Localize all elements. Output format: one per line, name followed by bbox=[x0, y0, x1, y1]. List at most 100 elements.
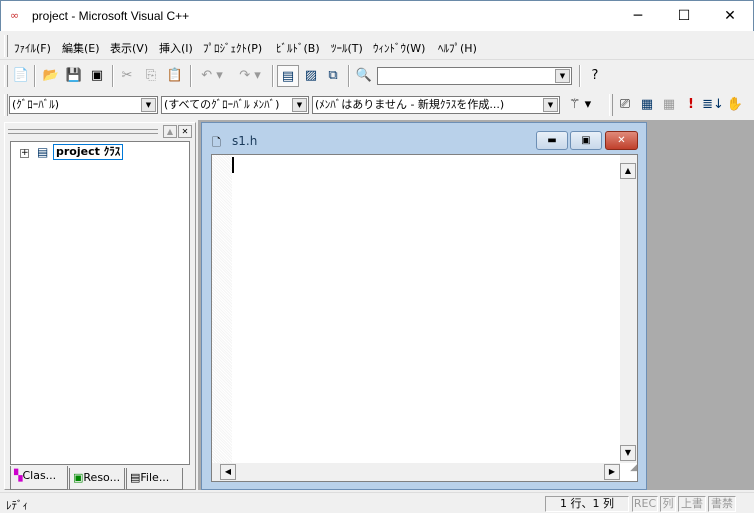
chevron-down-icon[interactable]: ▼ bbox=[543, 98, 558, 112]
build-icon[interactable]: ▦ bbox=[636, 94, 658, 116]
scope-combo[interactable]: (ｸﾞﾛｰﾊﾞﾙ) ▼ bbox=[9, 96, 158, 114]
child-restore-button[interactable]: ▣ bbox=[570, 131, 602, 150]
go-icon[interactable]: ≣↓ bbox=[702, 94, 724, 116]
tab-resourceview[interactable]: ▣Reso... bbox=[69, 468, 125, 490]
build-toolbar: ⎚ ▦ ▦ ! ≣↓ ✋ bbox=[606, 92, 754, 120]
menu-build[interactable]: ﾋﾞﾙﾄﾞ(B) bbox=[276, 40, 320, 56]
title-bar: ∞ project - Microsoft Visual C++ ─ ☐ ✕ bbox=[0, 0, 754, 31]
separator bbox=[34, 65, 36, 87]
code-editor[interactable]: ▲ ▼ ◀ ▶ ◢ bbox=[211, 154, 638, 482]
resourceview-icon: ▣ bbox=[73, 471, 84, 484]
search-icon[interactable]: ? bbox=[584, 65, 606, 87]
action-combo[interactable]: (ﾒﾝﾊﾞはありません - 新規ｸﾗｽを作成...) ▼ bbox=[312, 96, 560, 114]
chevron-down-icon[interactable]: ▼ bbox=[555, 69, 570, 83]
wizard-wand-icon[interactable]: ⚚ ▾ bbox=[563, 94, 597, 116]
separator bbox=[112, 65, 114, 87]
toolbar-grip[interactable] bbox=[4, 65, 8, 87]
column-indicator: 列 bbox=[660, 496, 676, 512]
menu-insert[interactable]: 挿入(I) bbox=[159, 40, 193, 56]
chevron-down-icon[interactable]: ▼ bbox=[141, 98, 156, 112]
menu-project[interactable]: ﾌﾟﾛｼﾞｪｸﾄ(P) bbox=[203, 40, 262, 56]
separator bbox=[272, 65, 274, 87]
editor-window-title: s1.h bbox=[232, 134, 258, 148]
scroll-down-icon[interactable]: ▼ bbox=[620, 445, 636, 461]
breakpoint-hand-icon[interactable]: ✋ bbox=[724, 94, 746, 116]
toolbar-grip[interactable] bbox=[609, 94, 613, 116]
stop-build-icon[interactable]: ▦ bbox=[658, 94, 680, 116]
save-icon[interactable]: 💾 bbox=[63, 65, 85, 87]
minimize-button[interactable]: ─ bbox=[615, 1, 661, 31]
horizontal-scrollbar[interactable]: ◀ ▶ bbox=[212, 463, 620, 481]
class-icon: ▤ bbox=[37, 145, 49, 159]
execute-icon[interactable]: ! bbox=[680, 94, 702, 116]
maximize-button[interactable]: ☐ bbox=[661, 1, 707, 31]
readonly-indicator: 書禁 bbox=[708, 496, 736, 512]
scroll-right-icon[interactable]: ▶ bbox=[604, 464, 620, 480]
open-icon[interactable]: 📂 bbox=[40, 65, 62, 87]
close-button[interactable]: ✕ bbox=[707, 1, 753, 31]
undo-icon[interactable]: ↶ ▾ bbox=[194, 65, 230, 87]
separator bbox=[579, 65, 581, 87]
action-value: (ﾒﾝﾊﾞはありません - 新規ｸﾗｽを作成...) bbox=[315, 98, 505, 111]
class-tree: + ▤ project ｸﾗｽ bbox=[10, 141, 190, 465]
overwrite-indicator: 上書 bbox=[678, 496, 706, 512]
menu-edit[interactable]: 編集(E) bbox=[62, 40, 100, 56]
tab-fileview[interactable]: ▤File... bbox=[126, 468, 183, 490]
pane-grip[interactable] bbox=[8, 129, 158, 134]
size-grip-icon[interactable]: ◢ bbox=[620, 463, 637, 481]
find-in-files-icon[interactable]: 🔍 bbox=[353, 65, 375, 87]
toolbar-grip[interactable] bbox=[4, 94, 8, 116]
members-value: (すべてのｸﾞﾛｰﾊﾞﾙ ﾒﾝﾊﾞ) bbox=[164, 98, 280, 111]
tab-classview[interactable]: ▚Clas... bbox=[10, 466, 68, 490]
pane-close-icon[interactable]: ✕ bbox=[178, 125, 192, 138]
tree-root[interactable]: project ｸﾗｽ bbox=[53, 144, 124, 160]
cut-icon[interactable]: ✂ bbox=[116, 65, 138, 87]
new-file-icon[interactable]: 📄 bbox=[10, 65, 32, 87]
paste-icon[interactable]: 📋 bbox=[164, 65, 186, 87]
menu-help[interactable]: ﾍﾙﾌﾟ(H) bbox=[438, 40, 477, 56]
workspace-icon[interactable]: ▤ bbox=[277, 65, 299, 87]
app-icon: ∞ bbox=[10, 9, 20, 22]
menu-grip[interactable] bbox=[4, 35, 8, 57]
standard-toolbar: 📄 📂 💾 ▣ ✂ ⎘ 📋 ↶ ▾ ↷ ▾ ▤ ▨ ⧉ 🔍 ▼ ? bbox=[0, 62, 606, 90]
scope-value: (ｸﾞﾛｰﾊﾞﾙ) bbox=[12, 98, 60, 111]
find-combo[interactable]: ▼ bbox=[377, 67, 572, 85]
editor-window: 🗋 s1.h ▬ ▣ ✕ ▲ ▼ ◀ ▶ ◢ bbox=[201, 122, 647, 490]
tab-label: File... bbox=[140, 471, 170, 484]
menu-window[interactable]: ｳｨﾝﾄﾞｳ(W) bbox=[373, 40, 425, 56]
menu-bar: ﾌｧｲﾙ(F) 編集(E) 表示(V) 挿入(I) ﾌﾟﾛｼﾞｪｸﾄ(P) ﾋﾞ… bbox=[0, 32, 754, 60]
wizard-bar: (ｸﾞﾛｰﾊﾞﾙ) ▼ (すべてのｸﾞﾛｰﾊﾞﾙ ﾒﾝﾊﾞ) ▼ (ﾒﾝﾊﾞはありま… bbox=[0, 92, 604, 120]
members-combo[interactable]: (すべてのｸﾞﾛｰﾊﾞﾙ ﾒﾝﾊﾞ) ▼ bbox=[161, 96, 309, 114]
menu-file[interactable]: ﾌｧｲﾙ(F) bbox=[14, 40, 51, 56]
status-text: ﾚﾃﾞｨ bbox=[6, 499, 28, 512]
expand-icon[interactable]: + bbox=[20, 149, 29, 158]
window-list-icon[interactable]: ⧉ bbox=[322, 65, 344, 87]
menu-view[interactable]: 表示(V) bbox=[110, 40, 148, 56]
separator bbox=[190, 65, 192, 87]
pane-expand-icon[interactable]: ▲ bbox=[163, 125, 177, 138]
fileview-icon: ▤ bbox=[130, 471, 141, 484]
menu-tools[interactable]: ﾂｰﾙ(T) bbox=[331, 40, 363, 56]
selection-margin[interactable] bbox=[212, 155, 232, 463]
text-cursor bbox=[232, 157, 234, 173]
compile-icon[interactable]: ⎚ bbox=[614, 94, 636, 116]
tab-label: Clas... bbox=[22, 469, 57, 482]
status-bar: ﾚﾃﾞｨ 1 行、1 列 REC 列 上書 書禁 bbox=[0, 492, 754, 512]
scroll-left-icon[interactable]: ◀ bbox=[220, 464, 236, 480]
child-close-button[interactable]: ✕ bbox=[605, 131, 638, 150]
vertical-scrollbar[interactable]: ▲ ▼ bbox=[620, 155, 637, 463]
separator bbox=[348, 65, 350, 87]
child-minimize-button[interactable]: ▬ bbox=[536, 131, 568, 150]
cursor-position: 1 行、1 列 bbox=[545, 496, 629, 512]
redo-icon[interactable]: ↷ ▾ bbox=[232, 65, 268, 87]
chevron-down-icon[interactable]: ▼ bbox=[292, 98, 307, 112]
tab-label: Reso... bbox=[83, 471, 121, 484]
output-icon[interactable]: ▨ bbox=[300, 65, 322, 87]
copy-icon[interactable]: ⎘ bbox=[140, 65, 162, 87]
header-file-icon: 🗋 bbox=[212, 136, 221, 149]
scroll-up-icon[interactable]: ▲ bbox=[620, 163, 636, 179]
workspace-pane: ▲ ✕ + ▤ project ｸﾗｽ ▚Clas... ▣Reso... ▤F… bbox=[4, 122, 196, 490]
window-title: project - Microsoft Visual C++ bbox=[32, 9, 190, 23]
save-all-icon[interactable]: ▣ bbox=[86, 65, 108, 87]
rec-indicator: REC bbox=[632, 496, 658, 512]
